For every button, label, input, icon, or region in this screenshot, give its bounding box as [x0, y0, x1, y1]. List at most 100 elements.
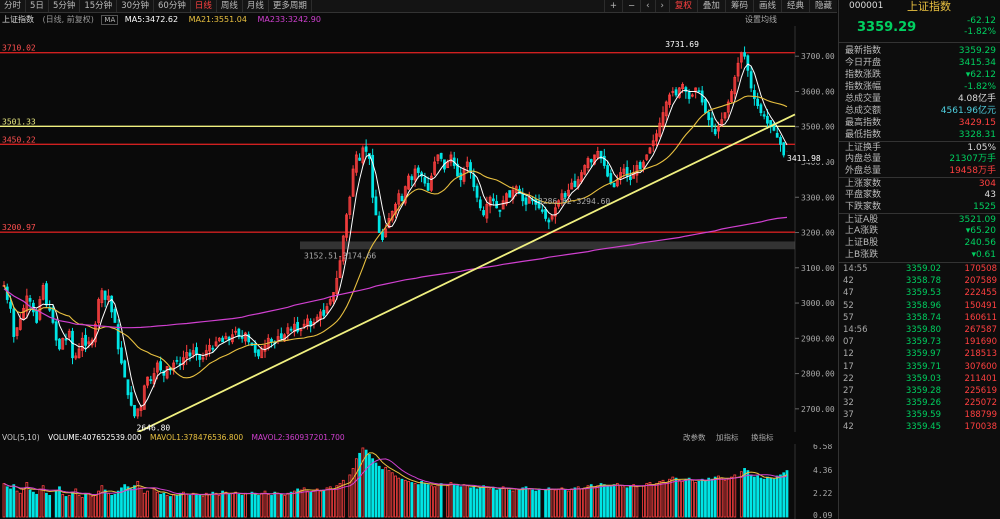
toolbar-button[interactable]: 经典 — [780, 0, 809, 12]
stat-row: 最高指数 3429.15 — [839, 117, 1000, 129]
candle-body — [211, 347, 215, 350]
volume-bar — [198, 495, 202, 518]
tick-time: 57 — [843, 312, 854, 323]
nav-button[interactable]: ‹ — [640, 0, 654, 12]
candle-body — [374, 196, 378, 216]
toolbar-button[interactable]: 筹码 — [724, 0, 753, 12]
candle-body — [478, 199, 482, 209]
period-tab[interactable]: 30分钟 — [117, 0, 155, 12]
change-value: -62.12 — [966, 16, 996, 26]
candle-body — [198, 354, 202, 360]
period-tab[interactable]: 月线 — [243, 0, 269, 12]
volume-tick-label: 6.58 — [813, 444, 832, 451]
nav-button[interactable]: − — [621, 0, 640, 12]
candle-body — [58, 338, 61, 350]
volume-bar — [35, 493, 39, 518]
candle-body — [84, 334, 87, 346]
volume-bar — [785, 470, 789, 518]
candlestick-chart[interactable]: 2700.00 2800.00 2900.00 3000.00 3100.00 3200.… — [0, 26, 837, 432]
adjust-mode: (日线, 前复权) — [42, 15, 94, 24]
tick-volume: 207589 — [964, 276, 997, 287]
stat-label: 内盘总量 — [845, 154, 882, 164]
volume-bar — [459, 486, 463, 518]
volume-bar — [769, 477, 773, 518]
ma-settings-button[interactable]: 设置均线 — [745, 14, 777, 26]
candle-body — [707, 112, 711, 121]
tick-list[interactable]: 14:55 3359.02 170508 42 3358.78 207589 47 3359.… — [839, 262, 1000, 434]
tick-row: 14:56 3359.80 267587 — [839, 324, 1000, 336]
toolbar-button[interactable]: 叠加 — [696, 0, 725, 12]
support-line-label: 3710.02 — [2, 44, 36, 53]
candle-body — [103, 290, 107, 300]
stat-row: 指数涨跌 ▾62.12 — [839, 69, 1000, 81]
volume-bar — [84, 493, 87, 518]
period-tab[interactable]: 15分钟 — [80, 0, 118, 12]
period-tab[interactable]: 日线 — [191, 0, 217, 12]
period-tab[interactable]: 60分钟 — [154, 0, 191, 12]
current-price: 3359.29 — [857, 20, 917, 35]
volume-bar — [423, 483, 427, 518]
volume-bar — [713, 476, 717, 518]
stat-value: 3429.15 — [958, 118, 996, 128]
volume-bar — [746, 470, 750, 518]
volume-bar — [749, 474, 753, 518]
support-line-label: 3200.97 — [2, 223, 36, 232]
change-params-button[interactable]: 改参数 — [683, 432, 706, 443]
volume-bar — [358, 452, 361, 518]
period-tab[interactable]: 5日 — [26, 0, 49, 12]
candle-body — [756, 98, 760, 106]
y-tick-label: 3500.00 — [801, 123, 835, 132]
y-tick-label: 3100.00 — [801, 264, 835, 273]
candle-body — [752, 90, 756, 99]
ma5-value: MA5:3472.62 — [124, 15, 179, 24]
volume-bar — [772, 478, 776, 518]
candle-body — [110, 295, 114, 313]
ma-icon[interactable]: MA — [101, 15, 119, 25]
candle-body — [746, 55, 750, 71]
zone-annotation: 3152.51-3174.66 — [304, 251, 376, 260]
tick-time: 14:55 — [843, 264, 868, 274]
nav-button[interactable]: › — [654, 0, 669, 12]
toolbar-button[interactable]: 复权 — [668, 0, 697, 12]
volume-bar — [547, 487, 551, 518]
period-tab[interactable]: 更多周期 — [269, 0, 312, 12]
volume-bar — [159, 493, 162, 518]
candle-body — [749, 71, 753, 89]
quote-summary: 3359.29 -62.12 -1.82% — [839, 13, 1000, 43]
volume-bar — [544, 489, 547, 518]
volume-tick-label: 4.36 — [813, 466, 832, 475]
volume-bar — [612, 484, 616, 518]
period-tab[interactable]: 5分钟 — [49, 0, 81, 12]
volume-bar — [456, 485, 459, 518]
candle-body — [364, 146, 368, 152]
volume-bar — [478, 487, 482, 518]
volume-bar — [45, 492, 48, 518]
stat-label: 总成交量 — [845, 94, 882, 104]
tick-volume: 170508 — [964, 264, 997, 274]
period-tab[interactable]: 周线 — [217, 0, 243, 12]
nav-button[interactable]: + — [603, 0, 622, 12]
volume-bar — [5, 486, 9, 518]
switch-indicator-button[interactable]: 换指标 — [751, 432, 774, 443]
toolbar-button[interactable]: 隐藏 — [808, 0, 837, 12]
add-indicator-button[interactable]: 加指标 — [716, 432, 739, 443]
stat-label: 上A涨跌 — [845, 226, 879, 236]
candle-body — [612, 182, 616, 188]
toolbar-button[interactable]: 画线 — [752, 0, 781, 12]
volume-bar — [625, 487, 629, 518]
candle-body — [322, 309, 326, 316]
stat-value: 21307万手 — [949, 154, 996, 164]
period-tab[interactable]: 分时 — [0, 0, 27, 12]
candle-body — [35, 310, 39, 323]
volume-bar — [178, 492, 182, 518]
volume-bar — [364, 449, 368, 518]
candle-body — [472, 174, 476, 188]
quote-index-name: 上证指数 — [907, 0, 951, 13]
quote-header: 000001 上证指数 — [839, 0, 1000, 13]
stock-terminal: 分时 5日 5分钟 15分钟 30分钟 60分钟 日线 周线 月线 更多周期 + − ‹ › 复权 叠加 筹码画… — [0, 0, 1000, 519]
candle-body — [113, 308, 117, 323]
volume-bar — [279, 493, 283, 518]
candle-body — [195, 347, 198, 355]
volume-value: VOLUME:407652539.000 — [48, 433, 142, 442]
tick-time: 32 — [843, 398, 854, 409]
